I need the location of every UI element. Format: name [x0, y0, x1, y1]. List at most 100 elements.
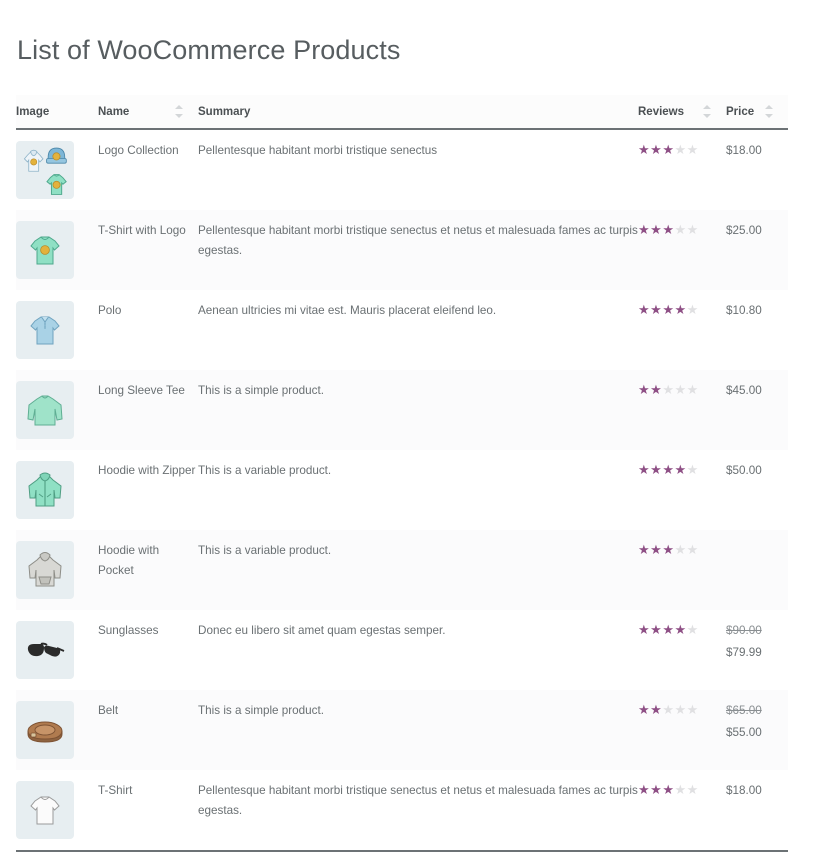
price-regular: $25.00 [726, 224, 762, 237]
column-header-name[interactable]: Name [98, 95, 198, 129]
star-3-icon: ★ [662, 622, 674, 637]
star-4-icon: ★ [674, 542, 686, 557]
product-summary-cell: Pellentesque habitant morbi tristique se… [198, 210, 638, 290]
sort-toggle-reviews-icon[interactable] [703, 105, 712, 118]
star-2-icon: ★ [650, 462, 662, 477]
table-row: Long Sleeve TeeThis is a simple product.… [16, 370, 788, 450]
product-image-cell [16, 610, 98, 690]
star-4-icon: ★ [674, 302, 686, 317]
column-header-price[interactable]: Price [726, 95, 788, 129]
star-1-icon: ★ [638, 382, 650, 397]
table-row: BeltThis is a simple product.★★★★★$65.00… [16, 690, 788, 770]
price-regular: $18.00 [726, 144, 762, 157]
product-summary-cell: Pellentesque habitant morbi tristique se… [198, 770, 638, 851]
price-original: $65.00 [726, 701, 788, 721]
table-row: Logo CollectionPellentesque habitant mor… [16, 129, 788, 210]
product-tshirt-with-logo-icon [16, 221, 74, 279]
column-header-name-label: Name [98, 106, 129, 118]
product-reviews-cell: ★★★★★ [638, 530, 726, 610]
star-4-icon: ★ [674, 222, 686, 237]
sort-toggle-price-icon[interactable] [765, 105, 774, 118]
star-5-icon: ★ [687, 622, 699, 637]
product-price-cell: $25.00 [726, 210, 788, 290]
rating-stars: ★★★★★ [638, 383, 699, 396]
product-price-cell: $65.00$55.00 [726, 690, 788, 770]
price-sale: $79.99 [726, 643, 788, 663]
star-2-icon: ★ [650, 222, 662, 237]
table-body: Logo CollectionPellentesque habitant mor… [16, 129, 788, 851]
product-price-cell: $18.00 [726, 129, 788, 210]
star-5-icon: ★ [687, 222, 699, 237]
price-regular: $10.80 [726, 304, 762, 317]
price-regular: $45.00 [726, 384, 762, 397]
product-reviews-cell: ★★★★★ [638, 210, 726, 290]
rating-stars: ★★★★★ [638, 783, 699, 796]
product-summary-cell: This is a simple product. [198, 690, 638, 770]
product-price-cell [726, 530, 788, 610]
product-price-cell: $50.00 [726, 450, 788, 530]
product-summary-cell: This is a variable product. [198, 450, 638, 530]
column-header-price-label: Price [726, 106, 754, 118]
star-4-icon: ★ [674, 782, 686, 797]
star-4-icon: ★ [674, 382, 686, 397]
table-header-row: Image Name Summary [16, 95, 788, 129]
product-image-cell [16, 530, 98, 610]
star-5-icon: ★ [687, 782, 699, 797]
star-2-icon: ★ [650, 142, 662, 157]
product-summary-cell: Pellentesque habitant morbi tristique se… [198, 129, 638, 210]
star-2-icon: ★ [650, 542, 662, 557]
product-name-cell: Long Sleeve Tee [98, 370, 198, 450]
product-image-cell [16, 129, 98, 210]
product-belt-icon [16, 701, 74, 759]
star-1-icon: ★ [638, 782, 650, 797]
products-table: Image Name Summary [16, 95, 788, 852]
star-4-icon: ★ [674, 142, 686, 157]
star-2-icon: ★ [650, 382, 662, 397]
products-page: List of WooCommerce Products Image Name [0, 0, 820, 717]
product-summary-cell: Aenean ultricies mi vitae est. Mauris pl… [198, 290, 638, 370]
sort-toggle-name-icon[interactable] [175, 105, 184, 118]
star-5-icon: ★ [687, 462, 699, 477]
product-image-cell [16, 290, 98, 370]
rating-stars: ★★★★★ [638, 463, 699, 476]
column-header-reviews[interactable]: Reviews [638, 95, 726, 129]
star-3-icon: ★ [662, 302, 674, 317]
rating-stars: ★★★★★ [638, 143, 699, 156]
column-header-image: Image [16, 95, 98, 129]
product-image-cell [16, 770, 98, 851]
star-5-icon: ★ [687, 142, 699, 157]
product-name-cell: Polo [98, 290, 198, 370]
column-header-summary-label: Summary [198, 106, 250, 118]
star-1-icon: ★ [638, 462, 650, 477]
price-regular: $18.00 [726, 784, 762, 797]
product-name-cell: T-Shirt with Logo [98, 210, 198, 290]
product-name-cell: Logo Collection [98, 129, 198, 210]
product-summary-cell: Donec eu libero sit amet quam egestas se… [198, 610, 638, 690]
rating-stars: ★★★★★ [638, 543, 699, 556]
price-original: $90.00 [726, 621, 788, 641]
star-3-icon: ★ [662, 382, 674, 397]
star-4-icon: ★ [674, 462, 686, 477]
table-row: T-ShirtPellentesque habitant morbi trist… [16, 770, 788, 851]
star-5-icon: ★ [687, 702, 699, 717]
star-3-icon: ★ [662, 782, 674, 797]
product-reviews-cell: ★★★★★ [638, 610, 726, 690]
star-1-icon: ★ [638, 542, 650, 557]
product-polo-icon [16, 301, 74, 359]
product-hoodie-with-zipper-icon [16, 461, 74, 519]
star-3-icon: ★ [662, 222, 674, 237]
column-header-summary: Summary [198, 95, 638, 129]
table-row: T-Shirt with LogoPellentesque habitant m… [16, 210, 788, 290]
product-price-cell: $45.00 [726, 370, 788, 450]
table-row: Hoodie with PocketThis is a variable pro… [16, 530, 788, 610]
product-summary-cell: This is a variable product. [198, 530, 638, 610]
product-name-cell: Hoodie with Pocket [98, 530, 198, 610]
star-5-icon: ★ [687, 302, 699, 317]
column-header-image-label: Image [16, 106, 49, 118]
star-2-icon: ★ [650, 782, 662, 797]
star-2-icon: ★ [650, 702, 662, 717]
table-header: Image Name Summary [16, 95, 788, 129]
column-header-reviews-label: Reviews [638, 106, 684, 118]
product-sunglasses-icon [16, 621, 74, 679]
table-row: SunglassesDonec eu libero sit amet quam … [16, 610, 788, 690]
